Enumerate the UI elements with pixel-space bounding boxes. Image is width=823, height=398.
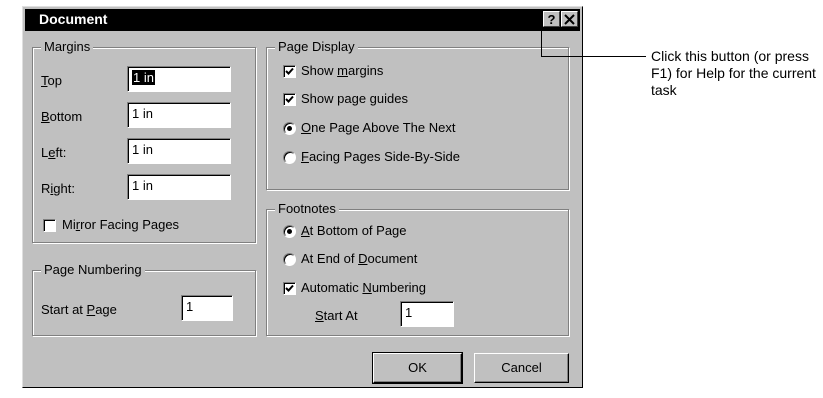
close-button[interactable] xyxy=(561,11,578,27)
facing-pages-label: Facing Pages Side-By-Side xyxy=(301,149,460,164)
radio-selected-dot xyxy=(287,126,292,131)
page-numbering-group: Page Numbering Start at Page 1 xyxy=(32,262,256,336)
at-end-of-document-label: At End of Document xyxy=(301,251,418,266)
checkmark-icon xyxy=(285,284,294,292)
at-bottom-of-page-label: At Bottom of Page xyxy=(301,223,407,238)
automatic-numbering-checkbox[interactable] xyxy=(283,282,296,295)
cancel-button[interactable]: Cancel xyxy=(474,353,569,383)
left-label: Left: xyxy=(41,145,67,160)
page-numbering-legend: Page Numbering xyxy=(41,262,145,278)
close-icon xyxy=(564,14,575,25)
ok-button[interactable]: OK xyxy=(372,352,463,384)
bottom-label: Bottom xyxy=(41,109,83,124)
callout-connector-horizontal xyxy=(541,56,646,57)
footnotes-legend: Footnotes xyxy=(275,201,339,217)
radio-selected-dot xyxy=(287,229,292,234)
footnotes-group: Footnotes At Bottom of Page At End of Do… xyxy=(266,201,569,336)
facing-pages-radio[interactable] xyxy=(283,151,296,164)
footnote-start-at-label: Start At xyxy=(315,308,358,323)
top-label: Top xyxy=(41,73,62,88)
mirror-facing-label: Mirror Facing Pages xyxy=(62,217,180,232)
one-page-label: One Page Above The Next xyxy=(301,120,456,135)
title-bar: Document ? xyxy=(25,9,580,31)
show-margins-checkbox[interactable] xyxy=(283,65,296,78)
automatic-numbering-label: Automatic Numbering xyxy=(301,280,427,295)
show-margins-label: Show margins xyxy=(301,63,384,78)
page-display-legend: Page Display xyxy=(275,39,358,55)
footnote-start-at-input[interactable]: 1 xyxy=(400,301,454,327)
dialog-title: Document xyxy=(39,11,108,27)
right-label: Right: xyxy=(41,181,75,196)
show-page-guides-checkbox[interactable] xyxy=(283,93,296,106)
show-page-guides-label: Show page guides xyxy=(301,91,408,106)
at-bottom-of-page-radio[interactable] xyxy=(283,225,296,238)
page-display-group: Page Display Show margins Show page guid… xyxy=(266,39,569,190)
mirror-facing-checkbox[interactable] xyxy=(43,219,56,232)
callout-connector-vertical xyxy=(541,30,542,57)
checkmark-icon xyxy=(285,95,294,103)
document-dialog: Document ? Margins Top 1 in Bottom 1 in … xyxy=(22,6,583,388)
margins-group: Margins Top 1 in Bottom 1 in Left: 1 in … xyxy=(32,39,256,243)
callout-text: Click this button (or press F1) for Help… xyxy=(651,48,816,98)
top-margin-input[interactable]: 1 in xyxy=(127,66,231,92)
margins-legend: Margins xyxy=(41,39,94,55)
right-margin-input[interactable]: 1 in xyxy=(127,174,231,200)
one-page-radio[interactable] xyxy=(283,122,296,135)
start-at-page-input[interactable]: 1 xyxy=(181,295,233,321)
start-at-page-label: Start at Page xyxy=(41,302,117,317)
at-end-of-document-radio[interactable] xyxy=(283,253,296,266)
bottom-margin-input[interactable]: 1 in xyxy=(127,102,231,128)
help-button[interactable]: ? xyxy=(543,11,560,27)
checkmark-icon xyxy=(285,67,294,75)
left-margin-input[interactable]: 1 in xyxy=(127,138,231,164)
